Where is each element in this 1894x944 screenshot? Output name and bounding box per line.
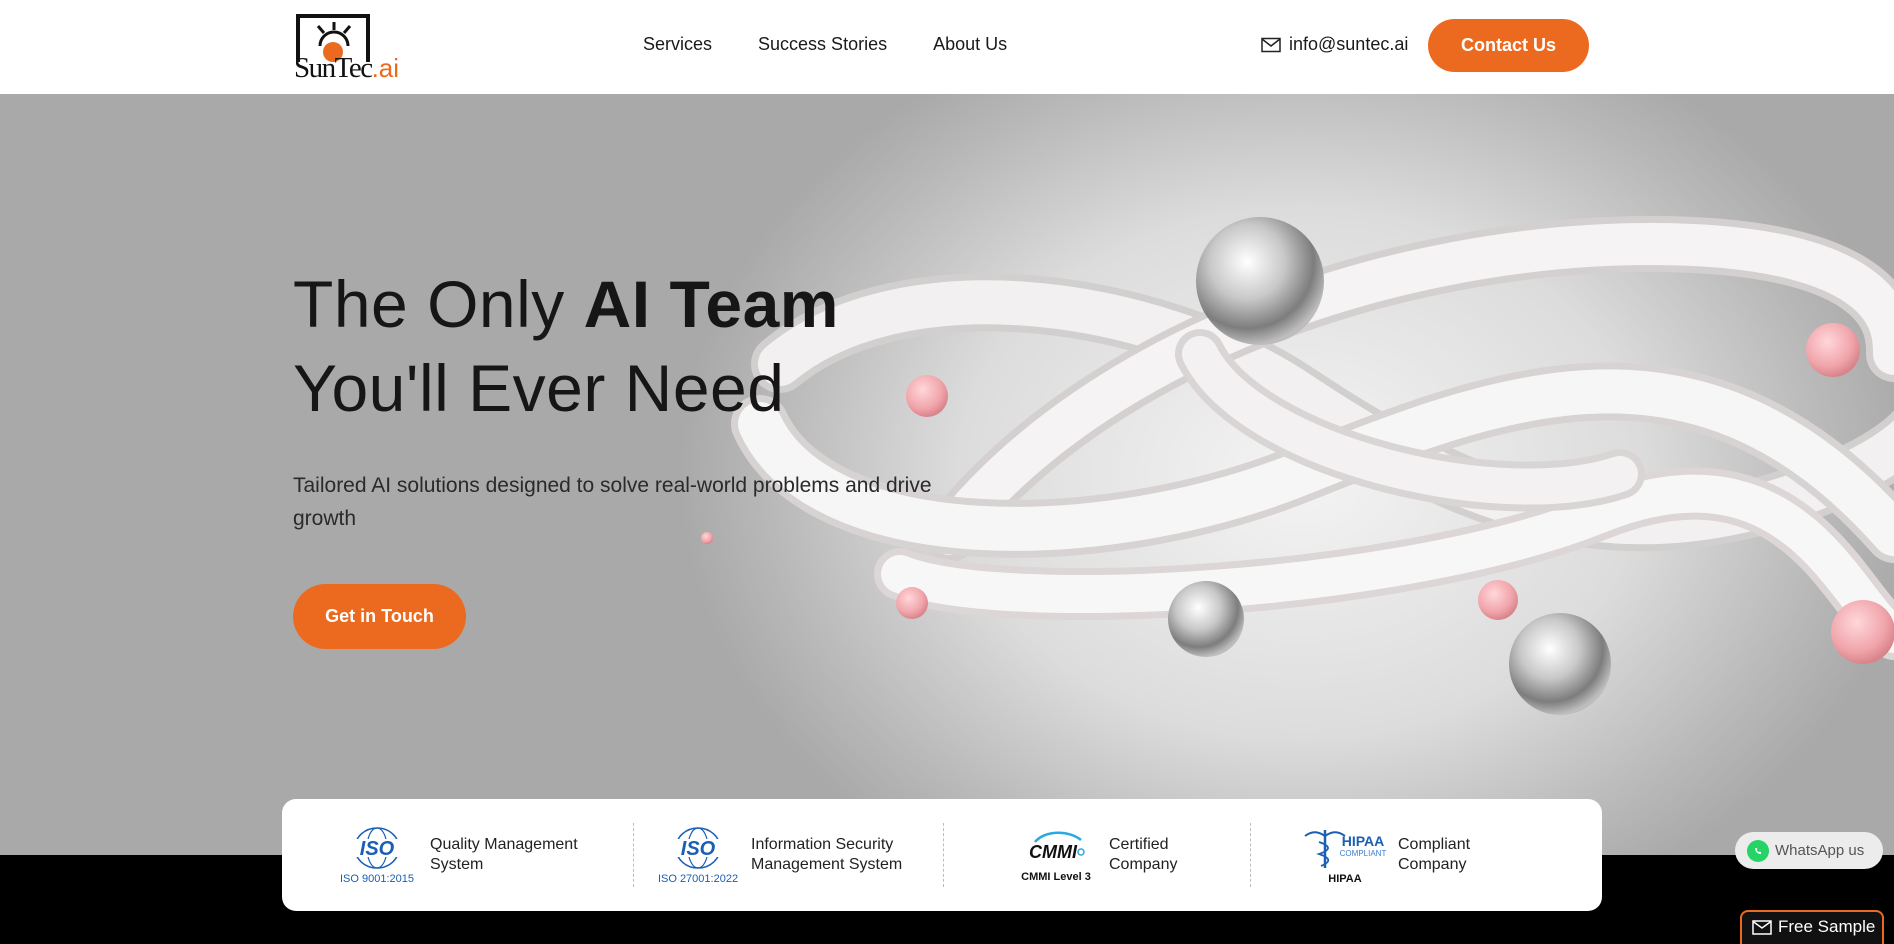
suntec-logo[interactable]: SunTec.ai [292,12,412,84]
cert-description: Certified Company [1109,836,1178,873]
cert-caption: CMMI Level 3 [1021,870,1091,883]
cert-description: Quality Management System [430,836,578,873]
email-address: info@suntec.ai [1289,34,1409,54]
email-link[interactable]: info@suntec.ai [1261,34,1408,55]
svg-text:CMMI: CMMI [1029,842,1078,862]
nav-success-stories[interactable]: Success Stories [758,34,887,55]
logo-wordmark: SunTec.ai [294,52,400,84]
hipaa-logo: HIPAA COMPLIANT HIPAA [1302,826,1388,885]
contact-us-button[interactable]: Contact Us [1428,19,1589,72]
cmmi-swoosh-icon: CMMI [1029,831,1085,862]
main-nav: Services Success Stories About Us [643,34,1007,55]
svg-text:ISO: ISO [681,838,716,860]
globe-icon: ISO [350,826,404,869]
free-sample-button[interactable]: Free Sample [1740,910,1884,944]
caduceus-icon: HIPAA COMPLIANT [1304,829,1387,868]
hero-headline: The Only AI Team You'll Ever Need [293,267,839,425]
globe-icon: ISO [671,826,725,869]
whatsapp-button[interactable]: WhatsApp us [1735,832,1883,869]
cert-description: Information Security Management System [751,836,903,873]
whatsapp-icon [1747,839,1769,862]
cert-hipaa: HIPAA COMPLIANT HIPAA Compliant Company [1250,799,1602,911]
iso-logo: ISO ISO 9001:2015 [334,826,420,885]
nav-about-us[interactable]: About Us [933,34,1007,55]
cmmi-logo: CMMI CMMI Level 3 [1013,828,1099,883]
site-header: SunTec.ai Services Success Stories About… [0,0,1894,94]
hero-3d-tubes-illustration [701,215,1894,715]
svg-text:COMPLIANT: COMPLIANT [1340,849,1387,858]
cert-iso-27001: ISO ISO 27001:2022 Information Security … [633,799,943,911]
cert-iso-9001: ISO ISO 9001:2015 Quality Management Sys… [282,799,633,911]
free-sample-label: Free Sample [1778,917,1876,936]
cert-caption: HIPAA [1328,872,1362,885]
iso-logo: ISO ISO 27001:2022 [655,826,741,885]
cert-caption: ISO 9001:2015 [339,872,414,885]
svg-text:ISO: ISO [360,838,395,860]
whatsapp-label: WhatsApp us [1775,842,1865,859]
mail-icon [1752,919,1772,935]
hero-subtext: Tailored AI solutions designed to solve … [293,474,932,530]
hero-section: The Only AI Team You'll Ever Need Tailor… [0,94,1894,855]
cert-description: Compliant Company [1398,836,1471,873]
nav-services[interactable]: Services [643,34,712,55]
get-in-touch-button[interactable]: Get in Touch [293,584,466,649]
cert-cmmi: CMMI CMMI Level 3 Certified Company [943,799,1250,911]
certifications-card: ISO ISO 9001:2015 Quality Management Sys… [282,799,1602,911]
svg-text:HIPAA: HIPAA [1342,833,1385,849]
mail-icon [1261,37,1281,52]
cert-caption: ISO 27001:2022 [657,872,739,885]
